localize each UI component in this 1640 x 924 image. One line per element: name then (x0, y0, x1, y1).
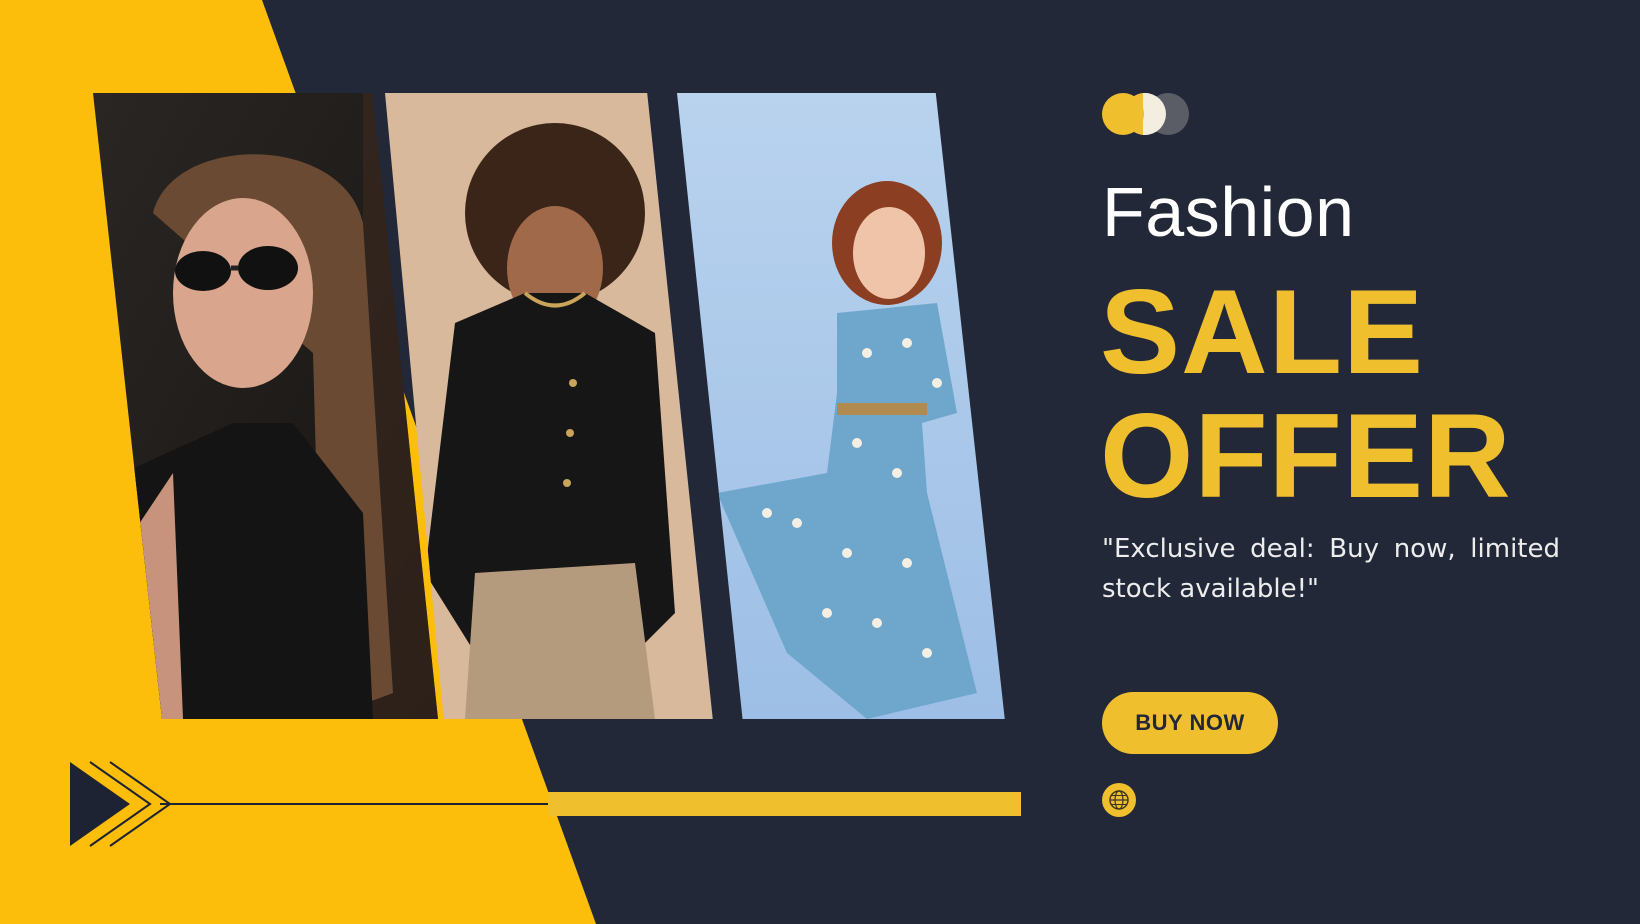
fashion-sale-banner: Fashion SALE OFFER "Exclusive deal: Buy … (0, 0, 1640, 924)
globe-icon[interactable] (1102, 783, 1136, 817)
tagline: "Exclusive deal: Buy now, limited stock … (1102, 534, 1560, 604)
sale-offer-text: SALE OFFER (1100, 265, 1512, 523)
dot-yellow (1102, 93, 1144, 135)
three-circles-icon (1102, 93, 1192, 135)
yellow-bar (548, 792, 1021, 816)
sale-offer-headline: SALE OFFER (1100, 270, 1520, 518)
buy-now-button[interactable]: BUY NOW (1102, 692, 1278, 754)
fashion-title: Fashion (1102, 173, 1355, 251)
